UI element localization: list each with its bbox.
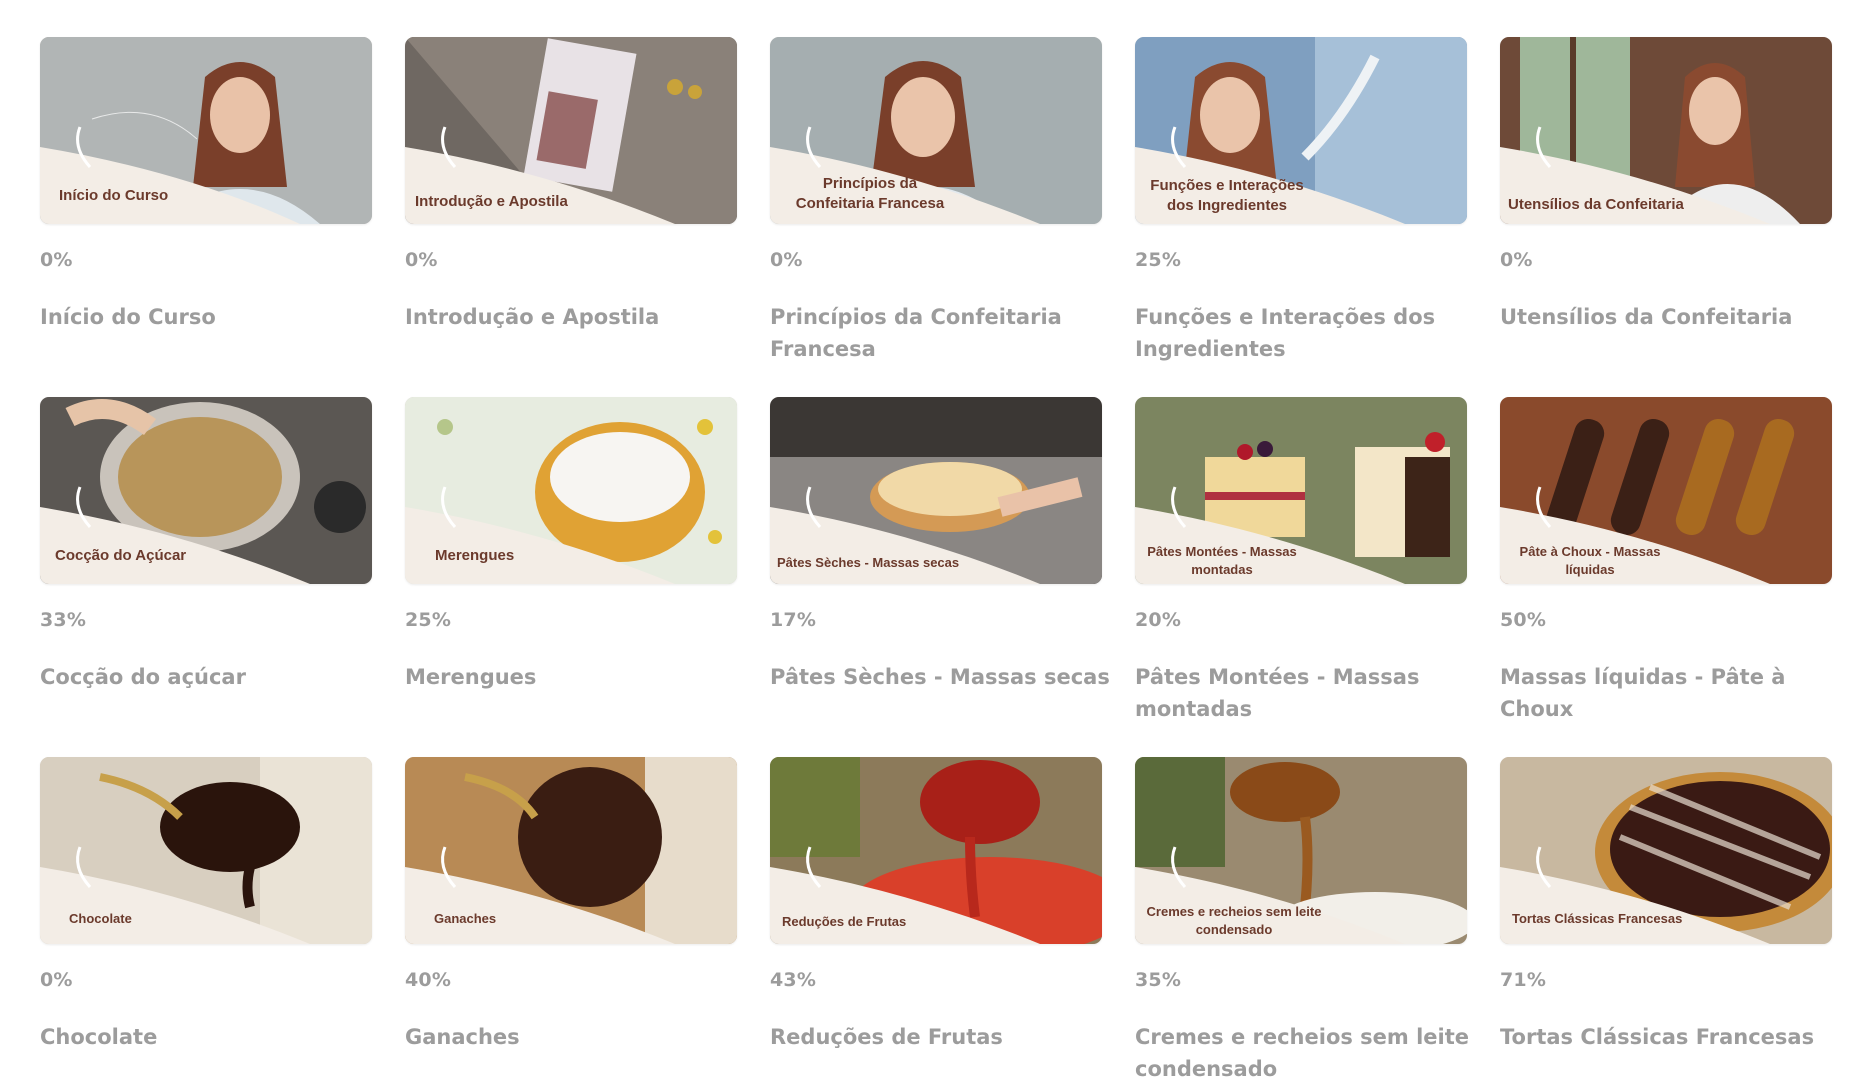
module-card-cremes-e-recheios[interactable]: Cremes e recheios sem leite condensado 3… [1135, 757, 1469, 1081]
progress-percent: 35% [1135, 969, 1182, 991]
progress-percent: 0% [405, 249, 438, 271]
module-thumbnail[interactable]: Introdução e Apostila [405, 37, 737, 224]
progress-percent: 0% [770, 249, 803, 271]
progress-percent: 0% [40, 249, 73, 271]
module-title[interactable]: Tortas Clássicas Francesas [1500, 1021, 1840, 1053]
module-card-merengues[interactable]: Merengues 25% Merengues [405, 397, 737, 689]
progress-percent: 25% [1135, 249, 1182, 271]
module-card-utensilios[interactable]: Utensílios da Confeitaria 0% Utensílios … [1500, 37, 1832, 329]
thumbnail-label: Ganaches [434, 911, 497, 926]
module-thumbnail[interactable]: Reduções de Frutas [770, 757, 1102, 944]
module-title[interactable]: Cremes e recheios sem leite condensado [1135, 1021, 1475, 1085]
module-card-pates-montees[interactable]: Pâtes Montées - Massas montadas 20% Pâte… [1135, 397, 1467, 721]
thumbnail-label: Princípios da Confeitaria Francesa [795, 175, 945, 213]
module-thumbnail[interactable]: Funções e Interações dos Ingredientes [1135, 37, 1467, 224]
module-title[interactable]: Introdução e Apostila [405, 301, 745, 333]
module-title[interactable]: Pâtes Sèches - Massas secas [770, 661, 1110, 693]
thumbnail-label: Pâtes Montées - Massas montadas [1147, 544, 1297, 577]
module-thumbnail[interactable]: Início do Curso [40, 37, 372, 224]
thumbnail-label: Início do Curso [59, 187, 169, 204]
module-thumbnail[interactable]: Pâtes Montées - Massas montadas [1135, 397, 1467, 584]
module-thumbnail[interactable]: Pâte à Choux - Massas líquidas [1500, 397, 1832, 584]
module-thumbnail[interactable]: Cremes e recheios sem leite condensado [1135, 757, 1467, 944]
module-title[interactable]: Pâtes Montées - Massas montadas [1135, 661, 1475, 725]
module-title[interactable]: Princípios da Confeitaria Francesa [770, 301, 1110, 365]
thumbnail-label: Cremes e recheios sem leite condensado [1146, 904, 1322, 937]
module-title[interactable]: Utensílios da Confeitaria [1500, 301, 1840, 333]
module-thumbnail[interactable]: Chocolate [40, 757, 372, 944]
progress-percent: 33% [40, 609, 87, 631]
progress-percent: 43% [770, 969, 817, 991]
module-title[interactable]: Cocção do açúcar [40, 661, 380, 693]
thumbnail-label: Merengues [435, 547, 515, 564]
module-thumbnail[interactable]: Cocção do Açúcar [40, 397, 372, 584]
module-title[interactable]: Massas líquidas - Pâte à Choux [1500, 661, 1840, 725]
module-card-tortas-classicas[interactable]: Tortas Clássicas Francesas 71% Tortas Cl… [1500, 757, 1832, 1049]
course-module-grid: Início do Curso 0% Início do Curso Intro… [0, 0, 1858, 1084]
module-thumbnail[interactable]: Merengues [405, 397, 737, 584]
progress-percent: 71% [1500, 969, 1547, 991]
thumbnail-label: Reduções de Frutas [782, 914, 907, 929]
thumbnail-label: Chocolate [69, 911, 132, 926]
progress-percent: 50% [1500, 609, 1547, 631]
module-card-inicio-do-curso[interactable]: Início do Curso 0% Início do Curso [40, 37, 372, 329]
progress-percent: 20% [1135, 609, 1182, 631]
module-card-ganaches[interactable]: Ganaches 40% Ganaches [405, 757, 737, 1049]
module-title[interactable]: Chocolate [40, 1021, 380, 1053]
progress-percent: 0% [40, 969, 73, 991]
module-card-funcoes-e-interacoes[interactable]: Funções e Interações dos Ingredientes 25… [1135, 37, 1467, 361]
thumbnail-label: Cocção do Açúcar [55, 547, 187, 564]
module-card-chocolate[interactable]: Chocolate 0% Chocolate [40, 757, 372, 1049]
progress-percent: 17% [770, 609, 817, 631]
module-thumbnail[interactable]: Ganaches [405, 757, 737, 944]
module-card-coccao-do-acucar[interactable]: Cocção do Açúcar 33% Cocção do açúcar [40, 397, 372, 689]
thumbnail-label: Pâte à Choux - Massas líquidas [1519, 544, 1661, 577]
progress-percent: 40% [405, 969, 452, 991]
thumbnail-label: Introdução e Apostila [415, 193, 568, 210]
module-card-introducao-e-apostila[interactable]: Introdução e Apostila 0% Introdução e Ap… [405, 37, 737, 329]
module-title[interactable]: Merengues [405, 661, 745, 693]
thumbnail-label: Pâtes Sèches - Massas secas [777, 555, 960, 570]
progress-percent: 25% [405, 609, 452, 631]
module-title[interactable]: Reduções de Frutas [770, 1021, 1110, 1053]
module-title[interactable]: Funções e Interações dos Ingredientes [1135, 301, 1475, 365]
module-title[interactable]: Ganaches [405, 1021, 745, 1053]
module-thumbnail[interactable]: Pâtes Sèches - Massas secas [770, 397, 1102, 584]
module-title[interactable]: Início do Curso [40, 301, 380, 333]
module-card-reducoes-de-frutas[interactable]: Reduções de Frutas 43% Reduções de Fruta… [770, 757, 1102, 1049]
progress-percent: 0% [1500, 249, 1533, 271]
thumbnail-label: Utensílios da Confeitaria [1508, 196, 1684, 213]
module-card-pates-seches[interactable]: Pâtes Sèches - Massas secas 17% Pâtes Sè… [770, 397, 1110, 689]
module-thumbnail[interactable]: Utensílios da Confeitaria [1500, 37, 1832, 224]
thumbnail-label: Funções e Interações dos Ingredientes [1150, 177, 1304, 215]
module-card-pate-a-choux[interactable]: Pâte à Choux - Massas líquidas 50% Massa… [1500, 397, 1832, 721]
module-card-principios-da-confeitaria[interactable]: Princípios da Confeitaria Francesa 0% Pr… [770, 37, 1102, 361]
module-thumbnail[interactable]: Tortas Clássicas Francesas [1500, 757, 1832, 944]
module-thumbnail[interactable]: Princípios da Confeitaria Francesa [770, 37, 1102, 224]
thumbnail-label: Tortas Clássicas Francesas [1512, 911, 1683, 926]
